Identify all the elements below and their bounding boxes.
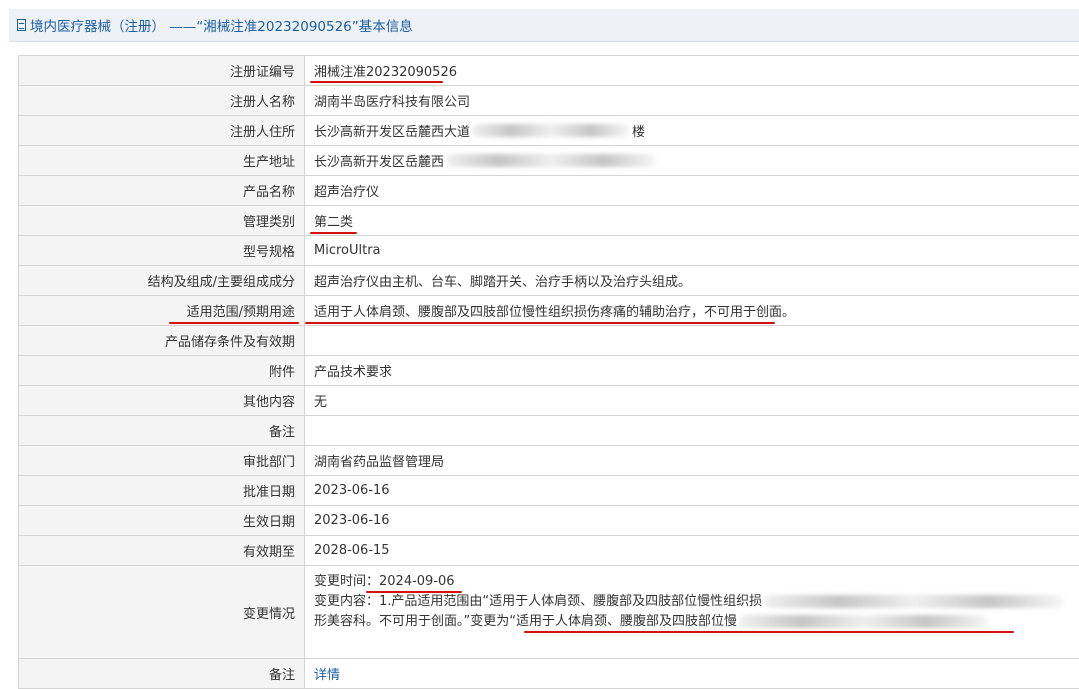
table-row: 管理类别 第二类 — [19, 206, 1079, 236]
table-row: 审批部门 湖南省药品监督管理局 — [19, 446, 1079, 476]
row-value: 2028-06-15 — [305, 536, 1079, 565]
change-detail-new: “适用于人体肩颈、腰腹部及四肢部位慢 — [509, 614, 737, 629]
row-value: 无 — [305, 386, 1079, 415]
table-row: 附件 产品技术要求 — [19, 356, 1079, 386]
redaction-blur — [446, 154, 657, 167]
table-row: 注册人名称 湖南半岛医疗科技有限公司 — [19, 86, 1079, 116]
table-row: 生效日期 2023-06-16 — [19, 506, 1079, 536]
address-tail: 楼 — [632, 125, 646, 140]
red-underline — [524, 631, 1014, 633]
table-row: 有效期至 2028-06-15 — [19, 536, 1079, 566]
redaction-blur — [472, 124, 631, 137]
row-value: 湖南半岛医疗科技有限公司 — [305, 86, 1079, 115]
row-label: 其他内容 — [19, 386, 305, 415]
row-label: 生产地址 — [19, 146, 305, 175]
row-value: 超声治疗仪 — [305, 176, 1079, 205]
row-value: 详情 — [305, 659, 1079, 688]
row-label: 审批部门 — [19, 446, 305, 475]
address-text: 长沙高新开发区岳麓西大道 — [314, 125, 471, 140]
details-link[interactable]: 详情 — [314, 664, 340, 683]
row-label: 产品储存条件及有效期 — [19, 326, 305, 355]
row-label: 备注 — [19, 416, 305, 445]
change-content: 变更时间：2024-09-06 变更内容：1.产品适用范围由“适用于人体肩颈、腰… — [305, 566, 1079, 658]
redaction-blur — [739, 615, 989, 628]
table-row: 其他内容 无 — [19, 386, 1079, 416]
table-row: 生产地址 长沙高新开发区岳麓西 — [19, 146, 1079, 176]
change-detail-line: 形美容科。不可用于创面。”变更为“适用于人体肩颈、腰腹部及四肢部位慢 — [314, 612, 1079, 633]
row-label: 附件 — [19, 356, 305, 385]
row-value — [305, 416, 1079, 445]
row-value: 超声治疗仪由主机、台车、脚踏开关、治疗手柄以及治疗头组成。 — [305, 266, 1079, 295]
change-detail: 变更内容：1.产品适用范围由“适用于人体肩颈、腰腹部及四肢部位慢性组织损 — [314, 594, 763, 609]
row-label: 变更情况 — [19, 566, 305, 658]
table-row: 变更情况 变更时间：2024-09-06 变更内容：1.产品适用范围由“适用于人… — [19, 566, 1079, 659]
table-row: 适用范围/预期用途 适用于人体肩颈、腰腹部及四肢部位慢性组织损伤疼痛的辅助治疗，… — [19, 296, 1079, 326]
page-header: 境内医疗器械（注册） ——“湘械注准20232090526”基本信息 — [9, 9, 1079, 42]
row-label: 有效期至 — [19, 536, 305, 565]
row-value: 适用于人体肩颈、腰腹部及四肢部位慢性组织损伤疼痛的辅助治疗，不可用于创面。 — [305, 296, 1079, 325]
change-time: 变更时间：2024-09-06 — [314, 574, 455, 589]
table-row: 注册证编号 湘械注准20232090526 — [19, 56, 1079, 86]
row-value: 湘械注准20232090526 — [305, 56, 1079, 85]
row-label: 适用范围/预期用途 — [19, 296, 305, 325]
row-value: 2023-06-16 — [305, 476, 1079, 505]
page-title: 境内医疗器械（注册） ——“湘械注准20232090526”基本信息 — [30, 19, 413, 35]
table-row: 型号规格 MicroUltra — [19, 236, 1079, 266]
row-value: 湖南省药品监督管理局 — [305, 446, 1079, 475]
registration-number: 湘械注准20232090526 — [314, 65, 457, 80]
row-value: 第二类 — [305, 206, 1079, 235]
redaction-blur — [764, 595, 1065, 608]
table-row: 批准日期 2023-06-16 — [19, 476, 1079, 506]
management-class: 第二类 — [314, 215, 354, 230]
intended-use: 适用于人体肩颈、腰腹部及四肢部位慢性组织损伤疼痛的辅助治疗，不可用于创面。 — [314, 305, 796, 320]
table-row: 备注 详情 — [19, 659, 1079, 689]
table-row: 产品储存条件及有效期 — [19, 326, 1079, 356]
table-row: 备注 — [19, 416, 1079, 446]
row-label: 管理类别 — [19, 206, 305, 235]
change-detail: 形美容科。不可用于创面。”变更为 — [314, 614, 510, 629]
row-value: 2023-06-16 — [305, 506, 1079, 535]
row-value: MicroUltra — [305, 236, 1079, 265]
row-label: 产品名称 — [19, 176, 305, 205]
row-label: 结构及组成/主要组成成分 — [19, 266, 305, 295]
row-label: 注册人住所 — [19, 116, 305, 145]
table-row: 结构及组成/主要组成成分 超声治疗仪由主机、台车、脚踏开关、治疗手柄以及治疗头组… — [19, 266, 1079, 296]
row-label: 型号规格 — [19, 236, 305, 265]
change-time-line: 变更时间：2024-09-06 — [314, 572, 1079, 593]
red-underline — [310, 232, 357, 234]
production-address: 长沙高新开发区岳麓西 — [314, 155, 445, 170]
row-label: 备注 — [19, 659, 305, 688]
table-row: 注册人住所 长沙高新开发区岳麓西大道 楼 — [19, 116, 1079, 146]
row-value: 长沙高新开发区岳麓西 — [305, 146, 1079, 175]
red-underline — [366, 591, 462, 593]
row-label: 注册证编号 — [19, 56, 305, 85]
red-underline — [305, 322, 775, 324]
table-row: 产品名称 超声治疗仪 — [19, 176, 1079, 206]
change-detail-line: 变更内容：1.产品适用范围由“适用于人体肩颈、腰腹部及四肢部位慢性组织损 — [314, 592, 1079, 612]
info-table: 注册证编号 湘械注准20232090526 注册人名称 湖南半岛医疗科技有限公司… — [18, 55, 1079, 689]
red-underline — [310, 81, 443, 83]
row-label: 生效日期 — [19, 506, 305, 535]
row-value: 长沙高新开发区岳麓西大道 楼 — [305, 116, 1079, 145]
document-icon — [17, 19, 26, 31]
row-value: 产品技术要求 — [305, 356, 1079, 385]
row-value — [305, 326, 1079, 355]
red-underline — [169, 322, 299, 324]
row-label: 注册人名称 — [19, 86, 305, 115]
row-label: 批准日期 — [19, 476, 305, 505]
